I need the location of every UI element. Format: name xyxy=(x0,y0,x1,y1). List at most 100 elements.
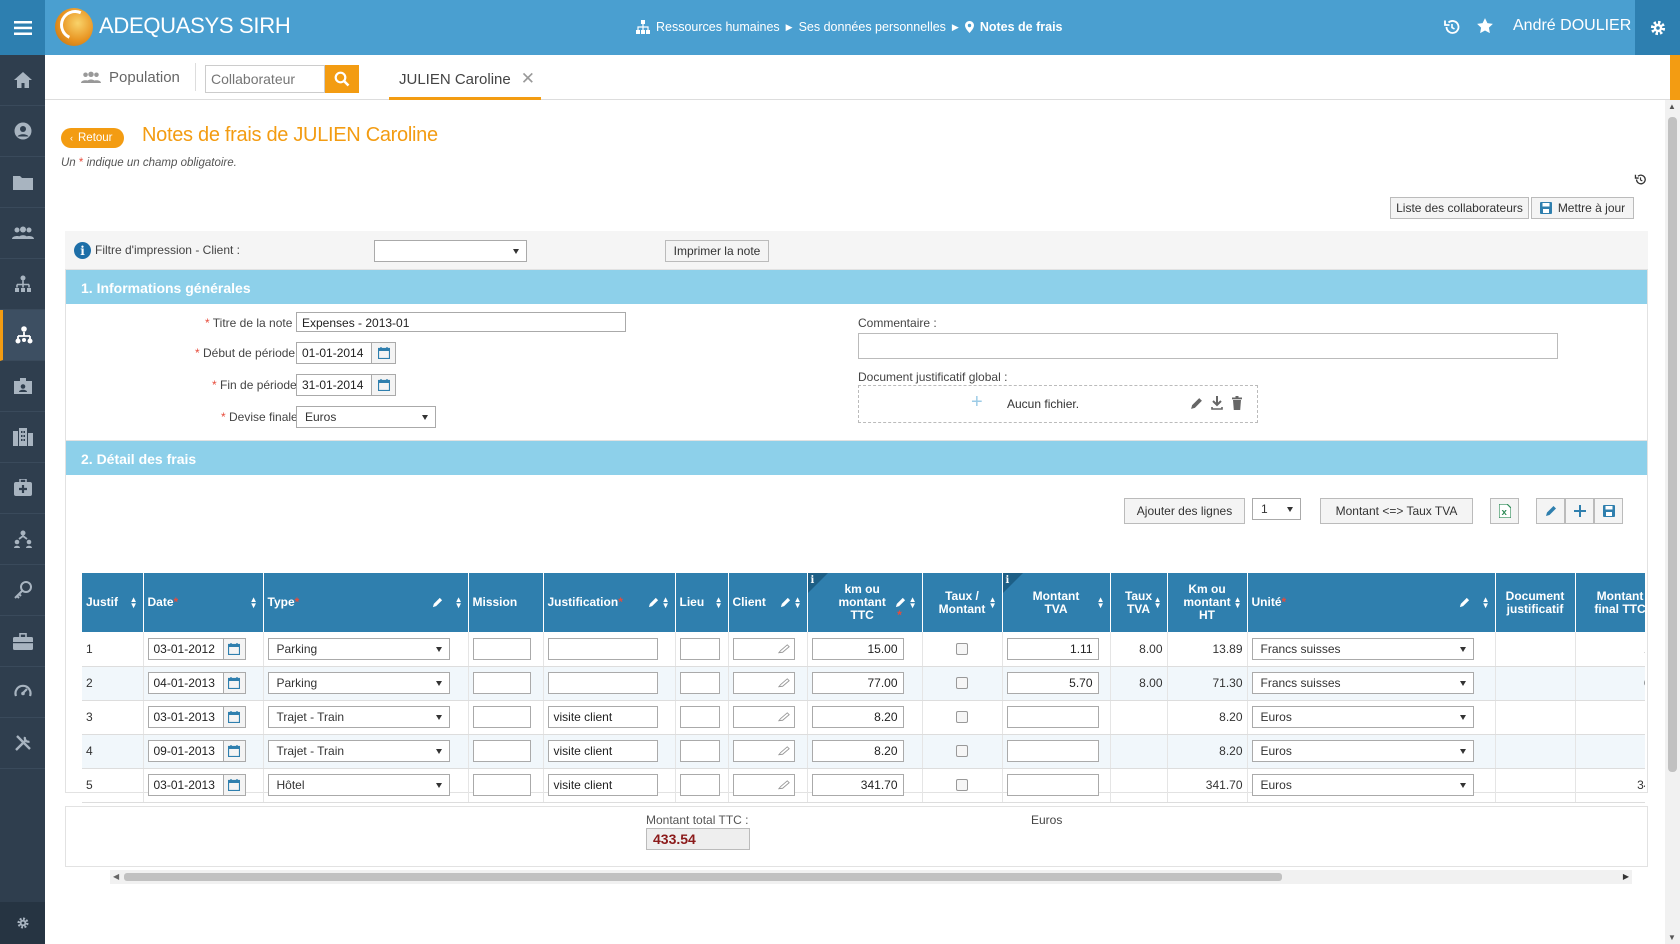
col-taux-tva[interactable]: Taux TVA ▲ ▼ xyxy=(1110,573,1168,632)
justification-input[interactable] xyxy=(547,637,658,660)
mission-input[interactable] xyxy=(472,706,531,728)
vat-amount-input[interactable] xyxy=(1006,774,1099,796)
cell-document[interactable] xyxy=(1495,768,1576,803)
scroll-left-icon[interactable]: ◀ xyxy=(113,872,119,881)
type-select[interactable]: Trajet - Train xyxy=(267,740,450,762)
reset-icon[interactable] xyxy=(1634,173,1647,186)
client-input[interactable] xyxy=(732,774,795,796)
col-type[interactable]: Type* ▲ ▼ xyxy=(263,573,469,632)
col-km-ht[interactable]: Km ou montant HT ▲ ▼ xyxy=(1167,573,1248,632)
ttc-input[interactable]: 77.00 xyxy=(811,672,904,694)
unit-select[interactable]: Euros xyxy=(1251,706,1474,728)
global-document-dropzone[interactable]: + Aucun fichier. xyxy=(858,385,1258,423)
sidebar-item-team[interactable] xyxy=(0,208,45,259)
cell-document[interactable] xyxy=(1495,700,1576,735)
vat-amount-input[interactable]: 5.70 xyxy=(1006,672,1099,694)
export-excel-button[interactable]: X xyxy=(1490,498,1519,524)
search-button[interactable] xyxy=(325,65,359,93)
type-select[interactable]: Hôtel xyxy=(267,774,450,796)
calendar-icon[interactable] xyxy=(223,637,246,660)
unit-select[interactable]: Francs suisses xyxy=(1251,672,1474,694)
lieu-input[interactable] xyxy=(679,706,720,728)
scroll-down-icon[interactable]: ▼ xyxy=(1668,933,1676,942)
back-button[interactable]: ‹ Retour xyxy=(61,128,124,148)
vat-amount-input[interactable] xyxy=(1006,740,1099,762)
date-input[interactable]: 03-01-2012 xyxy=(147,637,224,660)
add-line-button[interactable] xyxy=(1565,498,1594,524)
settings-gear-icon[interactable] xyxy=(1635,0,1680,55)
sidebar-item-tools[interactable] xyxy=(0,718,45,769)
add-lines-button[interactable]: Ajouter des lignes xyxy=(1124,498,1245,524)
vertical-scroll-thumb[interactable] xyxy=(1668,117,1677,772)
note-title-input[interactable]: Expenses - 2013-01 xyxy=(296,312,626,332)
horizontal-scrollbar[interactable]: ◀ ▶ xyxy=(110,870,1632,884)
breadcrumb-item[interactable]: Ressources humaines xyxy=(656,20,780,34)
sidebar-item-health[interactable] xyxy=(0,463,45,514)
cell-document[interactable] xyxy=(1495,734,1576,769)
history-icon[interactable] xyxy=(1443,18,1461,36)
sidebar-item-profile[interactable] xyxy=(0,106,45,157)
client-input[interactable] xyxy=(732,637,795,660)
tab-population[interactable]: Population xyxy=(81,69,180,86)
print-note-button[interactable]: Imprimer la note xyxy=(665,240,769,262)
col-montant-tva[interactable]: i Montant TVA ▲ ▼ xyxy=(1002,573,1111,632)
edit-lines-button[interactable] xyxy=(1536,498,1565,524)
calendar-icon[interactable] xyxy=(223,706,246,728)
type-select[interactable]: Trajet - Train xyxy=(267,706,450,728)
sidebar-item-org[interactable] xyxy=(0,259,45,310)
sidebar-item-hr[interactable] xyxy=(0,310,45,361)
sidebar-item-company[interactable] xyxy=(0,412,45,463)
justification-input[interactable]: visite client xyxy=(547,740,658,762)
justification-input[interactable]: visite client xyxy=(547,706,658,728)
mission-input[interactable] xyxy=(472,774,531,796)
ttc-input[interactable]: 341.70 xyxy=(811,774,904,796)
date-input[interactable]: 03-01-2013 xyxy=(147,774,224,796)
client-input[interactable] xyxy=(732,706,795,728)
col-justif[interactable]: Justif ▲ ▼ xyxy=(82,573,144,632)
date-input[interactable]: 04-01-2013 xyxy=(147,672,224,694)
sidebar-settings-icon[interactable] xyxy=(0,902,45,944)
calendar-icon[interactable] xyxy=(372,374,396,396)
download-icon[interactable] xyxy=(1211,396,1223,410)
star-icon[interactable] xyxy=(1476,17,1494,35)
trash-icon[interactable] xyxy=(1231,396,1243,410)
menu-icon[interactable] xyxy=(0,0,45,55)
mission-input[interactable] xyxy=(472,740,531,762)
collaborators-list-button[interactable]: Liste des collaborateurs xyxy=(1390,197,1529,219)
vertical-scrollbar[interactable]: ▲ ▼ xyxy=(1665,100,1680,944)
rate-checkbox[interactable] xyxy=(956,711,968,723)
final-currency-select[interactable]: Euros xyxy=(296,406,436,428)
sidebar-item-reports[interactable] xyxy=(0,667,45,718)
sidebar-item-contacts[interactable] xyxy=(0,361,45,412)
cell-document[interactable] xyxy=(1495,632,1576,667)
date-input[interactable]: 09-01-2013 xyxy=(147,740,224,762)
lieu-input[interactable] xyxy=(679,637,720,660)
client-input[interactable] xyxy=(732,740,795,762)
vat-amount-input[interactable]: 1.11 xyxy=(1006,637,1099,660)
col-justification[interactable]: Justification* ▲ ▼ xyxy=(543,573,676,632)
ttc-input[interactable]: 8.20 xyxy=(811,740,904,762)
collaborator-search-input[interactable] xyxy=(205,65,325,93)
edit-icon[interactable] xyxy=(1190,397,1203,410)
save-lines-button[interactable] xyxy=(1594,498,1623,524)
sidebar-item-files[interactable] xyxy=(0,157,45,208)
col-unite[interactable]: Unité* ▲ ▼ xyxy=(1247,573,1496,632)
col-lieu[interactable]: Lieu ▲ ▼ xyxy=(675,573,729,632)
lieu-input[interactable] xyxy=(679,672,720,694)
lines-count-select[interactable]: 1 xyxy=(1252,498,1301,520)
close-tab-icon[interactable]: ✕ xyxy=(521,69,535,89)
client-filter-select[interactable] xyxy=(374,240,527,262)
col-date[interactable]: Date* ▲ ▼ xyxy=(143,573,264,632)
justification-input[interactable] xyxy=(547,672,658,694)
col-km-ttc[interactable]: i km ou montant TTC * ▲ ▼ xyxy=(807,573,923,632)
rate-checkbox[interactable] xyxy=(956,779,968,791)
col-document[interactable]: Document justificatif xyxy=(1495,573,1576,632)
type-select[interactable]: Parking xyxy=(267,637,450,660)
scroll-up-icon[interactable]: ▲ xyxy=(1668,102,1676,111)
lieu-input[interactable] xyxy=(679,740,720,762)
breadcrumb-item[interactable]: Ses données personnelles xyxy=(799,20,946,34)
calendar-icon[interactable] xyxy=(223,672,246,694)
client-input[interactable] xyxy=(732,672,795,694)
horizontal-scroll-thumb[interactable] xyxy=(124,873,1282,881)
user-menu[interactable]: André DOULIER xyxy=(1513,17,1648,35)
